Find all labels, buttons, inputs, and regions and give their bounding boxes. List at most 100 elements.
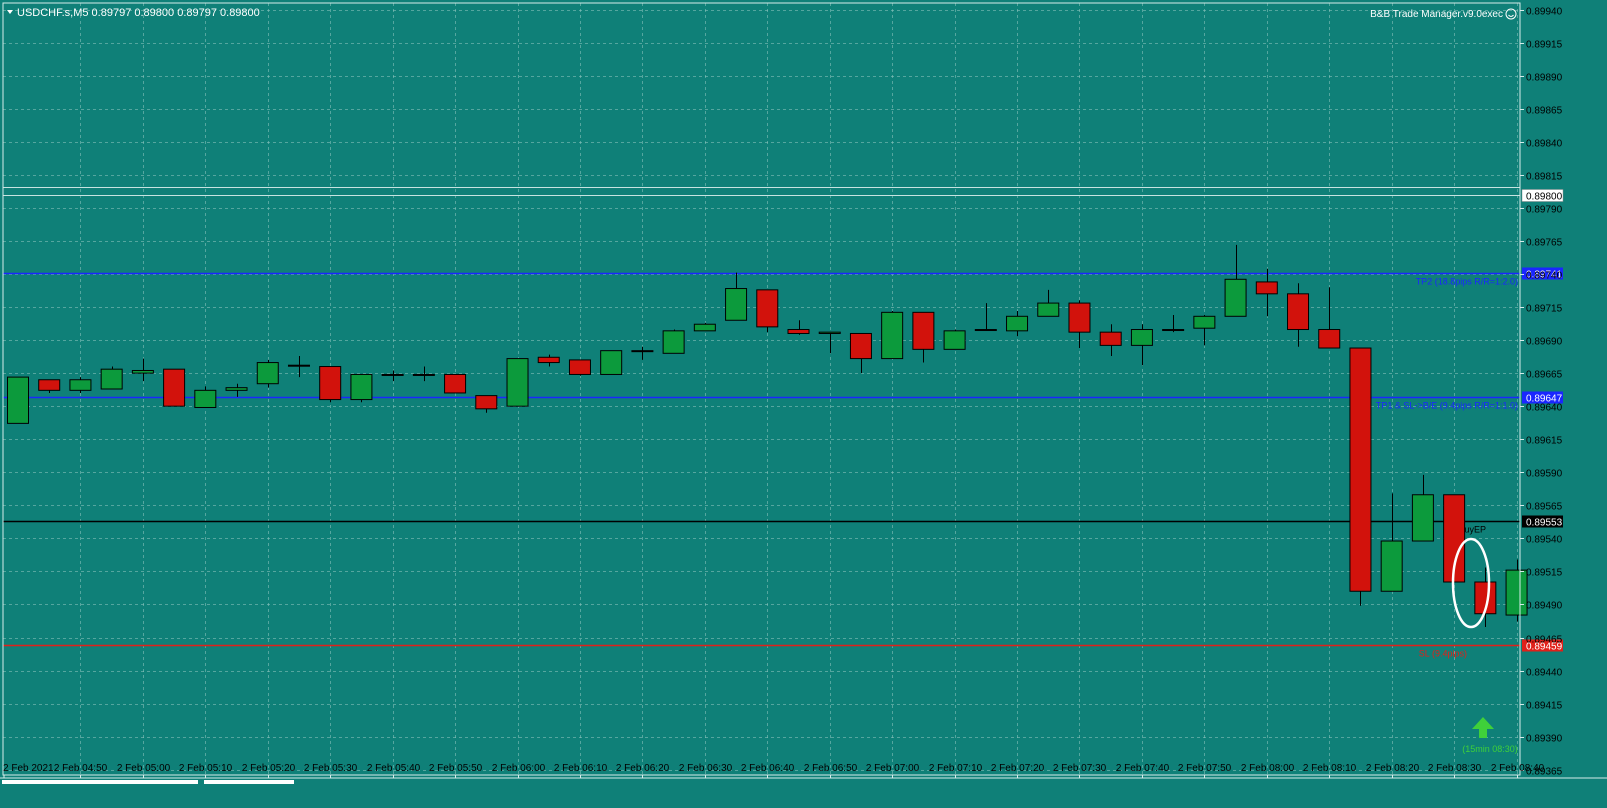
candle-body bbox=[350, 373, 373, 401]
candle-body bbox=[1193, 315, 1216, 329]
chart-window[interactable]: 0.89800 0.89741 TP2 (18.8pips R/R=1:2.0) 0… bbox=[0, 0, 1607, 803]
y-tick-label: 0.89665 bbox=[1526, 370, 1563, 381]
x-tick-label: 2 Feb 07:50 bbox=[1178, 763, 1232, 774]
symbol-header[interactable]: USDCHF.s,M5 0.89797 0.89800 0.89797 0.89… bbox=[7, 7, 260, 19]
y-tick-label: 0.89515 bbox=[1526, 568, 1563, 579]
candle-body bbox=[537, 356, 560, 364]
x-tick-label: 2 Feb 2021 bbox=[3, 763, 54, 774]
y-tick-label: 0.89765 bbox=[1526, 238, 1563, 249]
x-tick-label: 2 Feb 05:00 bbox=[117, 763, 171, 774]
candle-body bbox=[1318, 329, 1341, 349]
x-tick-label: 2 Feb 07:30 bbox=[1053, 763, 1107, 774]
y-tick-label: 0.89415 bbox=[1526, 701, 1563, 712]
x-tick-label: 2 Feb 08:20 bbox=[1366, 763, 1420, 774]
candle-body bbox=[381, 373, 404, 376]
x-tick-label: 2 Feb 05:50 bbox=[429, 763, 483, 774]
candle-body bbox=[412, 373, 435, 376]
candle-body bbox=[1255, 281, 1278, 295]
candle-body bbox=[319, 366, 342, 401]
y-tick-label: 0.89565 bbox=[1526, 502, 1563, 513]
candle-body bbox=[69, 379, 92, 391]
indicator-name: B&B Trade Manager.v9.0exec bbox=[1370, 9, 1503, 20]
candle-body bbox=[38, 379, 61, 391]
candle-body bbox=[1287, 293, 1310, 331]
x-tick-label: 2 Feb 06:50 bbox=[804, 763, 858, 774]
x-tick-label: 2 Feb 05:40 bbox=[367, 763, 421, 774]
chart-tab-secondary[interactable] bbox=[204, 780, 294, 784]
candle-body bbox=[693, 323, 716, 332]
candle-body bbox=[1068, 302, 1091, 333]
candle-body bbox=[725, 288, 748, 321]
entry-price-text: 0.89553 bbox=[1526, 518, 1563, 529]
x-tick-label: 2 Feb 05:20 bbox=[242, 763, 296, 774]
x-tick-label: 2 Feb 04:50 bbox=[54, 763, 108, 774]
y-tick-label: 0.89615 bbox=[1526, 436, 1563, 447]
candle-body bbox=[256, 362, 279, 385]
candle-body bbox=[475, 395, 498, 410]
y-tick-label: 0.89815 bbox=[1526, 172, 1563, 183]
y-tick-label: 0.89540 bbox=[1526, 535, 1563, 546]
y-tick-label: 0.89640 bbox=[1526, 403, 1563, 414]
y-tick-label: 0.89740 bbox=[1526, 271, 1563, 282]
candle-body bbox=[287, 364, 310, 367]
candle-body bbox=[974, 329, 997, 332]
chart-tab[interactable] bbox=[2, 780, 198, 784]
candle-body bbox=[787, 329, 810, 334]
y-tick-label: 0.89840 bbox=[1526, 139, 1563, 150]
candle-body bbox=[1380, 540, 1403, 592]
x-tick-label: 2 Feb 05:30 bbox=[304, 763, 358, 774]
x-tick-label: 2 Feb 06:30 bbox=[679, 763, 733, 774]
candle-body bbox=[631, 350, 654, 353]
y-tick-label: 0.89690 bbox=[1526, 337, 1563, 348]
candle-body bbox=[194, 389, 217, 409]
x-tick-label: 2 Feb 06:10 bbox=[554, 763, 608, 774]
y-tick-label: 0.89915 bbox=[1526, 40, 1563, 51]
candle-body bbox=[662, 330, 685, 354]
candlestick-chart[interactable]: 0.89800 0.89741TP2 (18.8pips R/R=1:2.0)0… bbox=[0, 0, 1607, 803]
candle-body bbox=[1224, 278, 1247, 317]
x-tick-label: 2 Feb 08:40 bbox=[1491, 763, 1545, 774]
x-tick-label: 2 Feb 06:20 bbox=[616, 763, 670, 774]
indicator-header[interactable]: B&B Trade Manager.v9.0exec bbox=[1370, 8, 1517, 20]
candle-body bbox=[600, 350, 623, 375]
candle-body bbox=[1505, 569, 1528, 616]
x-tick-label: 2 Feb 07:10 bbox=[929, 763, 983, 774]
candle-body bbox=[506, 358, 529, 407]
candle-body bbox=[756, 289, 779, 328]
x-tick-label: 2 Feb 07:40 bbox=[1116, 763, 1170, 774]
signal-label: (15min 08:30) bbox=[1462, 744, 1518, 754]
candle-body bbox=[1006, 315, 1029, 332]
candle-body bbox=[1099, 331, 1122, 346]
x-tick-label: 2 Feb 05:10 bbox=[179, 763, 233, 774]
y-tick-label: 0.89865 bbox=[1526, 106, 1563, 117]
tp2-label: TP2 (18.8pips R/R=1:2.0) bbox=[1416, 277, 1518, 287]
candle-body bbox=[881, 311, 904, 360]
y-tick-label: 0.89390 bbox=[1526, 734, 1563, 745]
y-tick-label: 0.89440 bbox=[1526, 668, 1563, 679]
x-tick-label: 2 Feb 08:00 bbox=[1241, 763, 1295, 774]
bottom-tab-bar bbox=[0, 777, 1607, 803]
candle-body bbox=[1037, 302, 1060, 317]
candle-body bbox=[1349, 347, 1372, 592]
candle-body bbox=[131, 369, 154, 374]
x-tick-label: 2 Feb 07:20 bbox=[991, 763, 1045, 774]
x-tick-label: 2 Feb 08:30 bbox=[1428, 763, 1482, 774]
y-tick-label: 0.89715 bbox=[1526, 304, 1563, 315]
tp1-label: TP1 & SL->B/E (9.4pips R/R=1:1.0) bbox=[1376, 401, 1518, 411]
x-tick-label: 2 Feb 06:00 bbox=[492, 763, 546, 774]
candle-body bbox=[225, 387, 248, 391]
y-tick-label: 0.89465 bbox=[1526, 635, 1563, 646]
candle-body bbox=[912, 311, 935, 350]
candle-body bbox=[163, 368, 186, 407]
candle-body bbox=[100, 368, 123, 390]
bid-price-text: 0.89800 bbox=[1526, 192, 1563, 203]
candle-body bbox=[818, 331, 841, 334]
symbol-info: USDCHF.s,M5 0.89797 0.89800 0.89797 0.89… bbox=[17, 7, 260, 19]
candle-body bbox=[7, 376, 29, 424]
candle-body bbox=[568, 359, 591, 375]
sl-label: SL (9.4pips) bbox=[1419, 649, 1467, 659]
candle-body bbox=[1130, 329, 1153, 346]
x-tick-label: 2 Feb 08:10 bbox=[1303, 763, 1357, 774]
y-tick-label: 0.89940 bbox=[1526, 7, 1563, 18]
y-tick-label: 0.89890 bbox=[1526, 73, 1563, 84]
